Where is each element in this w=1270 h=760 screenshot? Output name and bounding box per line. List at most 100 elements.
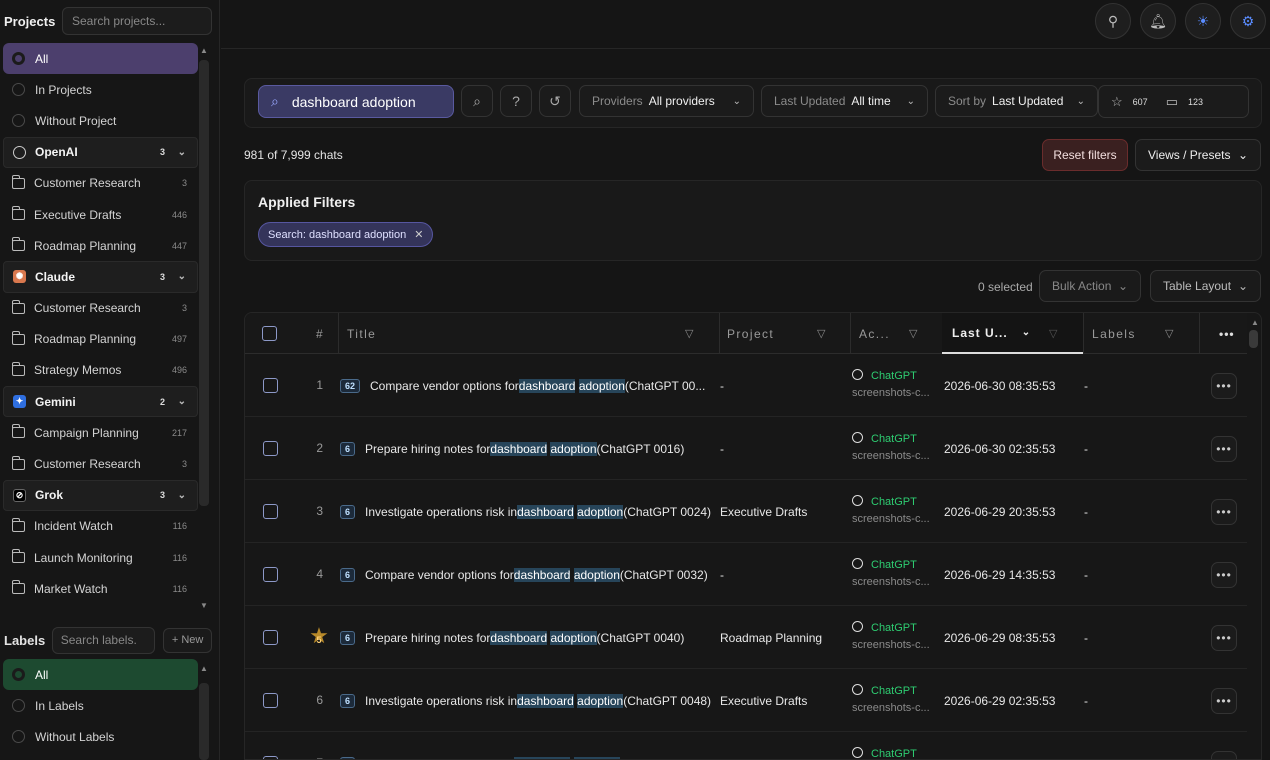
message-count-badge: 6 — [340, 756, 356, 759]
sidebar-folder[interactable]: Customer Research 3 — [3, 168, 198, 199]
chevron-down-icon[interactable]: ⌄ — [178, 396, 186, 407]
sidebar-folder[interactable]: Strategy Memos 496 — [3, 355, 198, 386]
label-scope-in-labels[interactable]: In Labels — [3, 690, 198, 721]
provider-group-claude[interactable]: ✺ Claude 3 ⌄ — [3, 261, 198, 293]
close-icon[interactable]: ✕ — [414, 228, 423, 241]
column-last-updated[interactable]: Last U... ⌄ — [942, 313, 1083, 354]
history-button[interactable]: ↺ — [539, 85, 571, 117]
search-input[interactable]: ⌕ dashboard adoption — [258, 85, 454, 118]
sidebar-folder[interactable]: Launch Monitoring 116 — [3, 542, 198, 573]
row-actions-button[interactable]: ••• — [1211, 751, 1237, 759]
label-search-input[interactable]: Search labels. — [51, 626, 156, 654]
filter-icon[interactable]: ▽ — [817, 327, 825, 340]
row-actions-button[interactable]: ••• — [1211, 499, 1237, 525]
scope-in-projects[interactable]: In Projects — [3, 74, 198, 105]
scroll-up-arrow-icon[interactable]: ▲ — [1250, 318, 1260, 327]
chat-title[interactable]: 6 Compare vendor options for dashboard ad… — [340, 543, 712, 606]
provider-group-gemini[interactable]: ✦ Gemini 2 ⌄ — [3, 386, 198, 418]
sun-icon[interactable]: ☀ — [1185, 3, 1221, 39]
chat-title[interactable]: 62 Compare vendor options for dashboard a… — [340, 354, 712, 417]
row-actions-button[interactable]: ••• — [1211, 688, 1237, 714]
chevron-down-icon[interactable]: ⌄ — [178, 490, 186, 501]
row-checkbox[interactable] — [263, 756, 278, 759]
scroll-up-arrow-icon[interactable]: ▲ — [199, 664, 209, 673]
table-row[interactable]: 6 6 Investigate operations risk in dashboa… — [245, 669, 1247, 732]
filter-chip[interactable]: Search: dashboard adoption ✕ — [258, 222, 434, 247]
gear-icon[interactable]: ⚙ — [1230, 3, 1266, 39]
search-button[interactable]: ⌕ — [461, 85, 493, 117]
row-checkbox[interactable] — [263, 630, 278, 645]
chat-title[interactable]: 6 Prepare hiring notes for dashboard adop… — [340, 417, 712, 480]
pin-icon[interactable]: ⚲ — [1095, 3, 1131, 39]
last-updated-dropdown[interactable]: Last Updated All time ⌄ — [761, 85, 928, 117]
sidebar-folder[interactable]: Roadmap Planning 497 — [3, 324, 198, 355]
help-button[interactable]: ? — [500, 85, 532, 117]
row-checkbox[interactable] — [263, 567, 278, 582]
row-checkbox[interactable] — [263, 693, 278, 708]
row-actions-button[interactable]: ••• — [1211, 436, 1237, 462]
sidebar-folder[interactable]: Market Watch 116 — [3, 573, 198, 604]
project-list-scrollbar[interactable] — [199, 60, 209, 506]
table-row[interactable]: 2 6 Prepare hiring notes for dashboard ado… — [245, 417, 1247, 480]
search-highlight: dashboard — [517, 693, 574, 708]
column-title[interactable]: Title — [347, 313, 376, 354]
chat-title[interactable]: 6 Investigate operations risk in dashboar… — [340, 480, 712, 543]
table-row[interactable]: 1 62 Compare vendor options for dashboard … — [245, 354, 1247, 417]
filter-icon[interactable]: ▽ — [909, 327, 917, 340]
chevron-down-icon[interactable]: ⌄ — [178, 271, 186, 282]
scope-without-project[interactable]: Without Project — [3, 105, 198, 136]
table-row[interactable]: ★ 5 6 Prepare hiring notes for dashboard ad… — [245, 606, 1247, 669]
column-account[interactable]: Ac... — [859, 313, 890, 354]
new-label-button[interactable]: + New — [163, 627, 212, 653]
sidebar-folder[interactable]: Customer Research 3 — [3, 293, 198, 324]
table-row[interactable]: 7 6 Compare vendor options for dashboard a… — [245, 732, 1247, 759]
provider-group-openai[interactable]: OpenAI 3 ⌄ — [3, 136, 198, 168]
filter-icon[interactable]: ▽ — [1049, 327, 1057, 340]
star-icon[interactable]: ☆ — [1111, 94, 1123, 110]
scope-all[interactable]: All — [3, 43, 198, 75]
chat-title[interactable]: 6 Prepare hiring notes for dashboard adop… — [340, 606, 712, 669]
sidebar-folder[interactable]: Roadmap Planning 447 — [3, 230, 198, 261]
table-scrollbar[interactable] — [1249, 330, 1258, 348]
bell-icon[interactable]: 🔔︎ — [1140, 3, 1176, 39]
label-list-scrollbar[interactable] — [199, 683, 209, 760]
scroll-up-arrow-icon[interactable]: ▲ — [199, 46, 209, 55]
project-search-input[interactable]: Search projects... — [62, 7, 212, 35]
table-row[interactable]: 4 6 Compare vendor options for dashboard a… — [245, 543, 1247, 606]
folder-icon — [11, 549, 25, 564]
chevron-down-icon[interactable]: ⌄ — [178, 147, 186, 158]
archive-icon[interactable]: ▭ — [1166, 94, 1178, 110]
message-count-badge: 62 — [340, 378, 361, 393]
label-scope-all[interactable]: All — [3, 659, 198, 691]
bulk-action-button[interactable]: Bulk Action ⌄ — [1039, 270, 1141, 302]
provider-group-grok[interactable]: ⊘ Grok 3 ⌄ — [3, 479, 198, 511]
views-presets-button[interactable]: Views / Presets ⌄ — [1135, 139, 1261, 171]
table-layout-button[interactable]: Table Layout ⌄ — [1150, 270, 1261, 302]
star-rating-icon[interactable]: ★ 5 — [308, 625, 330, 647]
starred-archived-counts[interactable]: ☆ 607 ▭ 123 — [1098, 85, 1249, 118]
row-actions-button[interactable]: ••• — [1211, 625, 1237, 651]
providers-dropdown[interactable]: Providers All providers ⌄ — [579, 85, 754, 117]
filter-icon[interactable]: ▽ — [685, 327, 693, 340]
row-checkbox[interactable] — [263, 378, 278, 393]
sidebar-folder[interactable]: Campaign Planning 217 — [3, 417, 198, 448]
row-actions-button[interactable]: ••• — [1211, 373, 1237, 399]
chat-title[interactable]: 6 Investigate operations risk in dashboar… — [340, 669, 712, 732]
filter-icon[interactable]: ▽ — [1165, 327, 1173, 340]
chat-title[interactable]: 6 Compare vendor options for dashboard ad… — [340, 732, 712, 759]
sidebar-folder[interactable]: Executive Drafts 446 — [3, 199, 198, 230]
label-scope-without-labels[interactable]: Without Labels — [3, 721, 198, 752]
sort-dropdown[interactable]: Sort by Last Updated ⌄ — [935, 85, 1098, 117]
column-project[interactable]: Project — [727, 313, 774, 354]
reset-filters-button[interactable]: Reset filters — [1042, 139, 1128, 171]
sidebar-folder[interactable]: Incident Watch 116 — [3, 511, 198, 542]
select-all-checkbox[interactable] — [262, 313, 277, 354]
column-options-icon[interactable]: ••• — [1219, 313, 1235, 354]
row-checkbox[interactable] — [263, 504, 278, 519]
column-labels[interactable]: Labels — [1092, 313, 1136, 354]
row-actions-button[interactable]: ••• — [1211, 562, 1237, 588]
sidebar-folder[interactable]: Customer Research 3 — [3, 448, 198, 479]
scroll-down-arrow-icon[interactable]: ▼ — [199, 601, 209, 610]
table-row[interactable]: 3 6 Investigate operations risk in dashboa… — [245, 480, 1247, 543]
row-checkbox[interactable] — [263, 441, 278, 456]
